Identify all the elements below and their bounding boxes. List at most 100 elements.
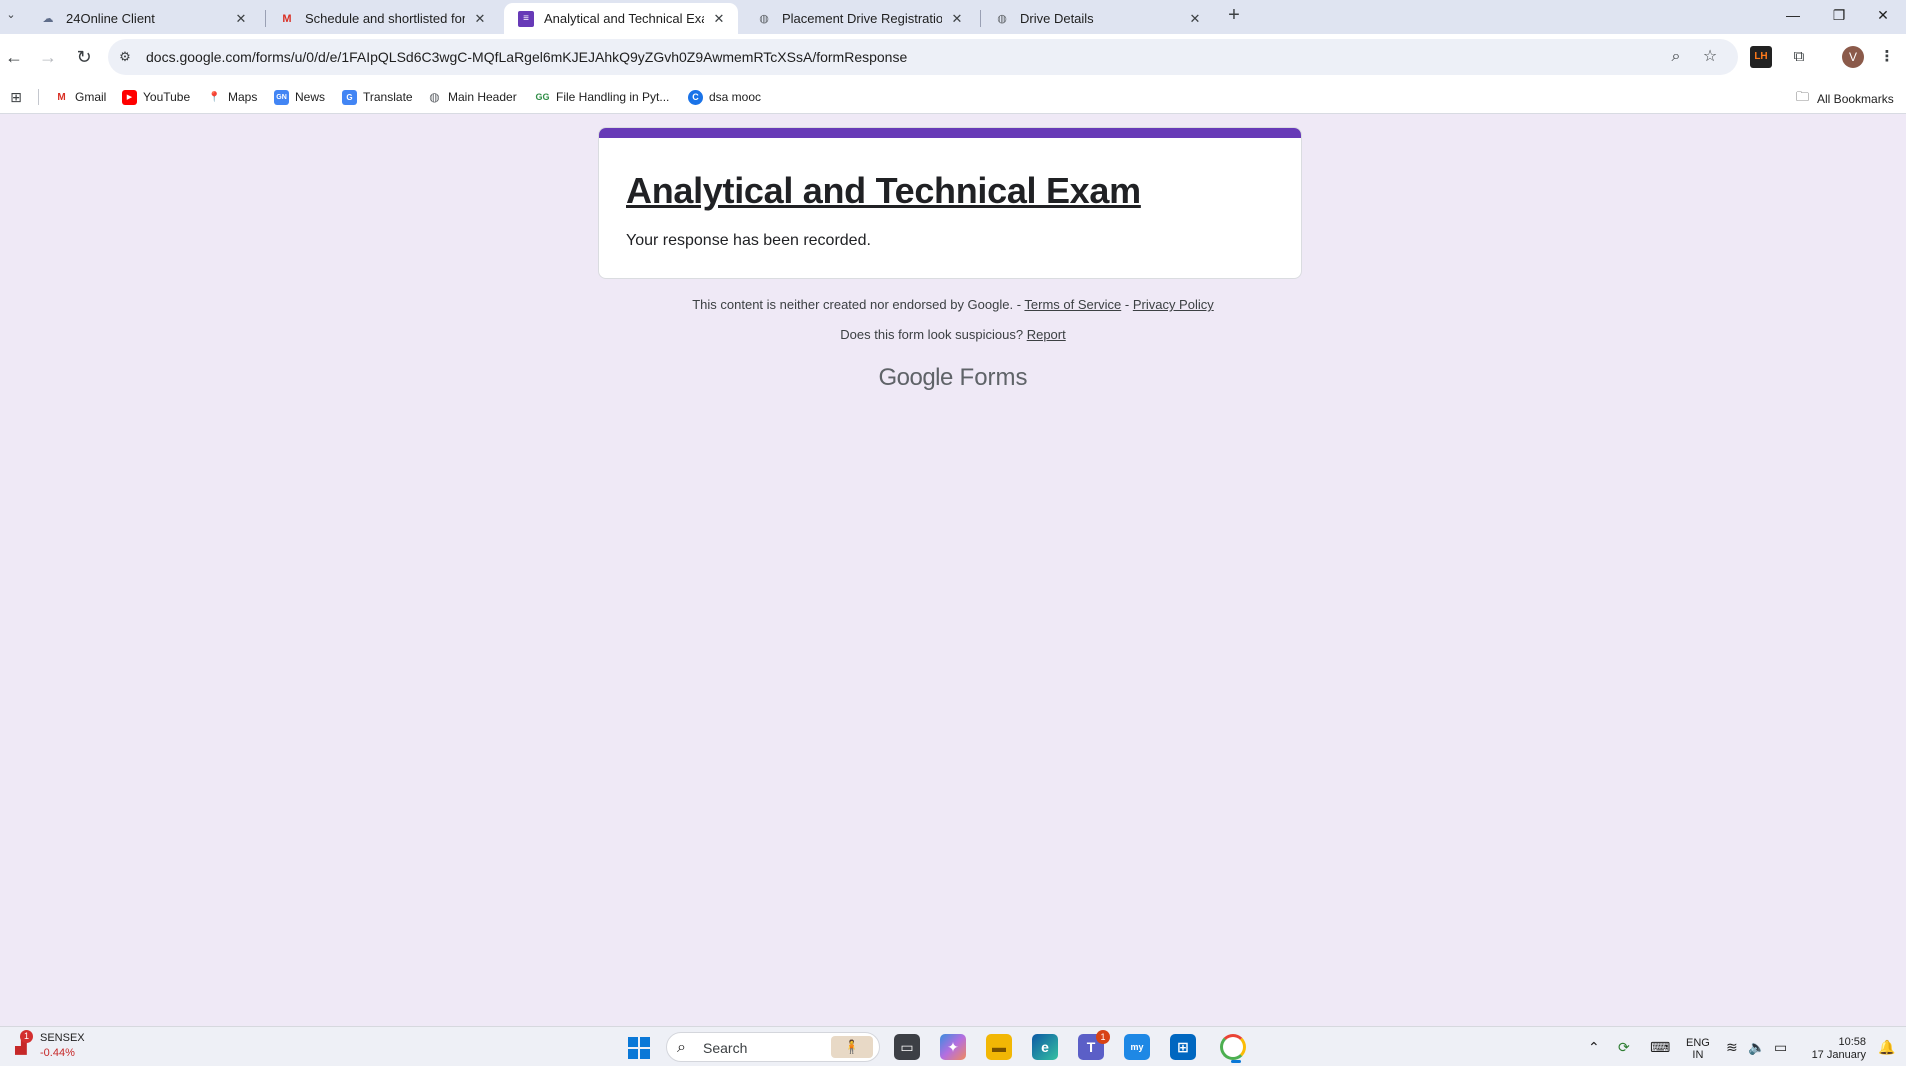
myasus-icon[interactable]: my xyxy=(1124,1034,1150,1060)
bookmark-star-icon[interactable]: ☆ xyxy=(1700,47,1720,67)
report-link[interactable]: Report xyxy=(1027,327,1066,342)
translate-icon: G xyxy=(342,89,357,105)
extensions-puzzle-icon[interactable]: ⧉ xyxy=(1788,46,1810,68)
notification-bell-icon[interactable]: 🔔 xyxy=(1878,1039,1895,1056)
profile-avatar[interactable]: V xyxy=(1842,46,1864,68)
tray-overflow-chevron-icon[interactable]: ⌃ xyxy=(1588,1039,1600,1056)
search-icon: ⌕ xyxy=(677,1039,686,1056)
microsoft-store-icon[interactable]: ⊞ xyxy=(1170,1034,1196,1060)
close-icon[interactable]: ✕ xyxy=(232,10,250,28)
close-icon[interactable]: ✕ xyxy=(1186,10,1204,28)
bookmark-label: Maps xyxy=(228,90,258,104)
bookmark-label: dsa mooc xyxy=(709,90,762,104)
all-bookmarks-button[interactable]: 🗀 All Bookmarks xyxy=(1796,88,1894,110)
bookmark-maps[interactable]: 📍 Maps xyxy=(207,88,257,106)
volume-icon[interactable]: 🔈 xyxy=(1748,1039,1765,1056)
close-window-icon[interactable]: ✕ xyxy=(1860,0,1906,30)
chrome-icon[interactable] xyxy=(1220,1034,1246,1063)
windows-taskbar: ▟ 1 SENSEX -0.44% ⌕ Search 🧍 ▭ ✦ ▬ e T 1… xyxy=(0,1026,1906,1066)
clock[interactable]: 10:58 17 January xyxy=(1808,1036,1866,1062)
close-icon[interactable]: ✕ xyxy=(471,10,489,28)
tab-search-chevron-icon[interactable]: ⌄ xyxy=(2,6,20,24)
ticker-change[interactable]: -0.44% xyxy=(40,1047,75,1059)
sync-icon[interactable]: ⟳ xyxy=(1618,1039,1630,1056)
search-highlight-illustration-icon: 🧍 xyxy=(831,1036,873,1058)
url-text[interactable]: docs.google.com/forms/u/0/d/e/1FAIpQLSd6… xyxy=(146,49,907,65)
bookmark-label: YouTube xyxy=(143,90,191,104)
tab-strip: ⌄ ☁ 24Online Client ✕ M Schedule and sho… xyxy=(0,0,1906,34)
youtube-icon: ▶ xyxy=(122,89,137,105)
brand-google: Google xyxy=(878,364,953,391)
minimize-icon[interactable]: — xyxy=(1770,0,1816,30)
bookmarks-bar: ⊞ M Gmail ▶ YouTube 📍 Maps GN News G Tra… xyxy=(0,80,1906,114)
disclaimer: This content is neither created nor endo… xyxy=(0,297,1906,312)
bookmark-dsa-mooc[interactable]: C dsa mooc xyxy=(688,88,761,106)
forward-arrow-icon[interactable]: → xyxy=(34,43,62,71)
geeks-icon: GG xyxy=(535,92,550,102)
close-icon[interactable]: ✕ xyxy=(710,10,728,28)
new-tab-plus-icon[interactable]: + xyxy=(1222,4,1246,28)
bookmark-label: News xyxy=(295,90,326,104)
restore-icon[interactable]: ❐ xyxy=(1816,0,1862,30)
windows-start-icon[interactable] xyxy=(628,1037,650,1059)
bookmark-gmail[interactable]: M Gmail xyxy=(54,88,106,106)
back-arrow-icon[interactable]: ← xyxy=(0,43,28,71)
bookmark-news[interactable]: GN News xyxy=(274,88,325,106)
edge-icon[interactable]: e xyxy=(1032,1034,1058,1060)
extension-lh-icon[interactable]: LH xyxy=(1750,46,1772,68)
tab-placement-registration[interactable]: ◍ Placement Drive Registration ✕ xyxy=(742,3,976,34)
bookmark-label: Gmail xyxy=(75,90,107,104)
disclaimer-text: This content is neither created nor endo… xyxy=(692,297,1022,312)
keyboard-icon[interactable]: ⌨ xyxy=(1650,1039,1670,1056)
bookmark-file-handling[interactable]: GG File Handling in Pyt... xyxy=(535,88,669,106)
tab-analytical-exam[interactable]: ≡ Analytical and Technical Exam ✕ xyxy=(504,3,738,34)
zoom-icon[interactable]: ⌕ xyxy=(1666,47,1686,67)
close-icon[interactable]: ✕ xyxy=(948,10,966,28)
bookmark-youtube[interactable]: ▶ YouTube xyxy=(122,88,190,106)
bookmark-main-header[interactable]: ◍ Main Header xyxy=(427,88,517,106)
gmail-icon: M xyxy=(57,91,66,103)
ticker-name[interactable]: SENSEX xyxy=(40,1032,85,1044)
cloud-icon: ☁ xyxy=(42,13,54,25)
apps-grid-icon[interactable]: ⊞ xyxy=(7,88,25,106)
tab-title: Analytical and Technical Exam xyxy=(544,11,704,26)
form-response-card: Analytical and Technical Exam Your respo… xyxy=(598,127,1302,279)
teams-badge: 1 xyxy=(1096,1030,1110,1044)
tab-24online[interactable]: ☁ 24Online Client ✕ xyxy=(26,3,260,34)
privacy-policy-link[interactable]: Privacy Policy xyxy=(1133,297,1214,312)
reload-icon[interactable]: ↻ xyxy=(70,43,98,71)
globe-icon: ◍ xyxy=(429,90,440,104)
wifi-icon[interactable]: ≋ xyxy=(1726,1039,1738,1056)
news-icon: GN xyxy=(274,89,289,105)
browser-toolbar: ← → ↻ ⚙ docs.google.com/forms/u/0/d/e/1F… xyxy=(0,34,1906,80)
google-forms-logo[interactable]: Google Forms xyxy=(0,364,1906,392)
tab-gmail-schedule[interactable]: M Schedule and shortlisted for the ✕ xyxy=(265,3,499,34)
file-explorer-icon[interactable]: ▬ xyxy=(986,1034,1012,1060)
address-bar[interactable]: ⚙ docs.google.com/forms/u/0/d/e/1FAIpQLS… xyxy=(108,39,1738,75)
language-indicator[interactable]: ENG IN xyxy=(1686,1037,1710,1061)
taskbar-search-box[interactable]: ⌕ Search 🧍 xyxy=(666,1032,880,1062)
tab-drive-details[interactable]: ◍ Drive Details ✕ xyxy=(980,3,1214,34)
bookmark-label: Translate xyxy=(363,90,413,104)
form-title: Analytical and Technical Exam xyxy=(626,170,1141,211)
clock-date: 17 January xyxy=(1811,1049,1866,1061)
circle-c-icon: C xyxy=(688,89,703,105)
gmail-icon: M xyxy=(282,12,292,25)
tab-title: Placement Drive Registration xyxy=(782,11,942,26)
globe-icon: ◍ xyxy=(997,13,1007,25)
bookmark-label: Main Header xyxy=(448,90,517,104)
site-info-icon[interactable]: ⚙ xyxy=(116,48,134,66)
terms-of-service-link[interactable]: Terms of Service xyxy=(1024,297,1121,312)
globe-icon: ◍ xyxy=(759,13,769,25)
battery-icon[interactable]: ▭ xyxy=(1774,1039,1787,1056)
menu-kebab-icon[interactable]: ⋮ xyxy=(1876,46,1898,68)
suspicious-notice: Does this form look suspicious? Report xyxy=(0,327,1906,342)
bookmark-label: File Handling in Pyt... xyxy=(556,90,670,104)
copilot-icon[interactable]: ✦ xyxy=(940,1034,966,1060)
task-view-icon[interactable]: ▭ xyxy=(894,1034,920,1060)
tab-title: Schedule and shortlisted for the xyxy=(305,11,465,26)
bookmark-translate[interactable]: G Translate xyxy=(342,88,413,106)
lang-bottom: IN xyxy=(1692,1049,1704,1061)
brand-forms: Forms xyxy=(959,364,1028,391)
search-placeholder: Search xyxy=(703,1040,748,1056)
